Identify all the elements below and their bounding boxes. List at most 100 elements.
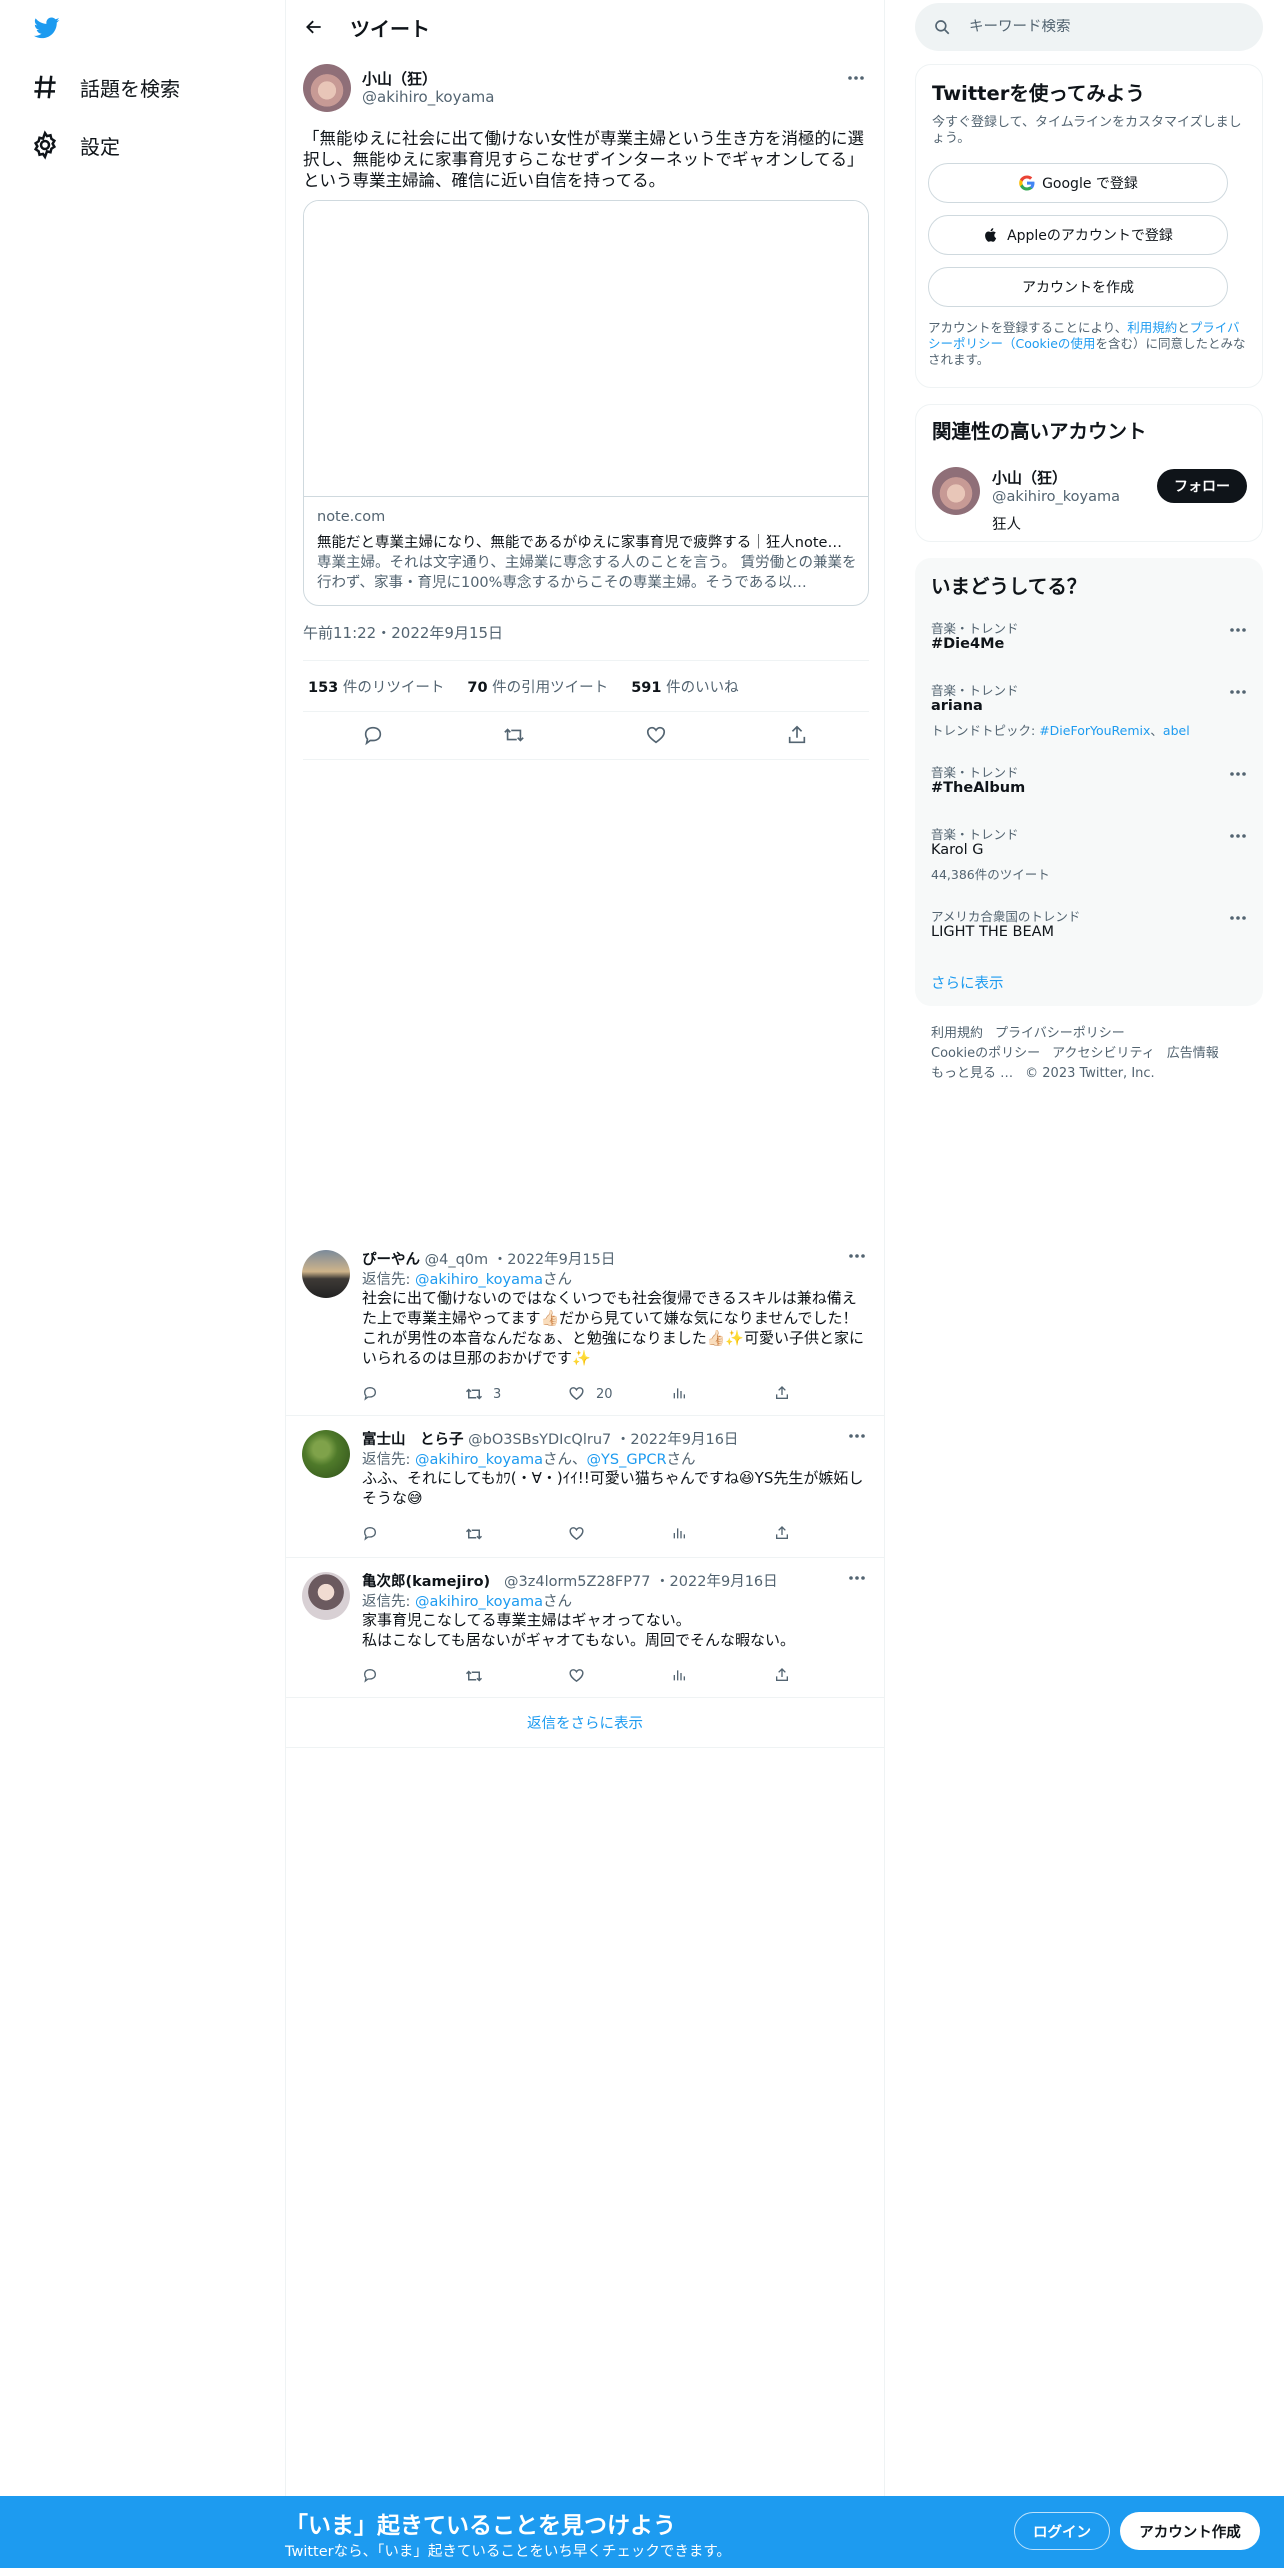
quotes-stat[interactable]: 70 件の引用ツイート — [467, 676, 608, 697]
reply-more-button[interactable] — [844, 1568, 870, 1588]
reply-like-button[interactable] — [568, 1525, 671, 1543]
trend-more-button[interactable] — [1225, 764, 1251, 784]
reply-date[interactable]: ・2022年9月15日 — [493, 1252, 616, 1268]
show-more-replies-button[interactable]: 返信をさらに表示 — [286, 1698, 884, 1748]
reply-like-button[interactable] — [568, 1667, 671, 1685]
retweets-stat[interactable]: 153 件のリツイート — [308, 676, 444, 697]
hashtag-icon — [30, 72, 60, 102]
reply-item[interactable]: 亀次郎(kamejiro) @3z4lorm5Z28FP77 ・2022年9月1… — [286, 1560, 884, 1698]
share-icon[interactable] — [786, 724, 810, 748]
reply-name[interactable]: 亀次郎(kamejiro) — [362, 1574, 490, 1590]
reply-name[interactable]: 富士山 とら子 — [362, 1432, 464, 1448]
google-signup-button[interactable]: Google で登録 — [928, 163, 1228, 203]
bottom-bar-title: 「いま」起きていることを見つけよう — [285, 2513, 676, 2539]
replying-to-link[interactable]: @akihiro_koyama — [415, 1594, 543, 1610]
reply-handle[interactable]: @3z4lorm5Z28FP77 — [504, 1574, 650, 1590]
trend-item[interactable]: 音楽・トレンド #Die4Me — [915, 618, 1263, 668]
trend-more-button[interactable] — [1225, 908, 1251, 928]
reply-actions — [362, 1664, 802, 1688]
footer-link[interactable]: 広告情報 — [1167, 1046, 1219, 1061]
trend-topic-link[interactable]: #DieForYouRemix — [1039, 723, 1150, 738]
reply-icon — [362, 1385, 380, 1403]
reply-date[interactable]: ・2022年9月16日 — [655, 1574, 778, 1590]
nav-settings[interactable]: 設定 — [30, 120, 120, 170]
author-name[interactable]: 小山（狂） — [362, 68, 437, 89]
reply-views-button[interactable] — [671, 1385, 774, 1403]
reply-retweet-button[interactable]: 3 — [465, 1385, 568, 1403]
retweet-icon[interactable] — [503, 724, 527, 748]
footer-link[interactable]: アクセシビリティ — [1052, 1046, 1155, 1061]
trend-item[interactable]: 音楽・トレンド #TheAlbum — [915, 762, 1263, 812]
terms-link[interactable]: 利用規約 — [1127, 320, 1177, 335]
relevant-accounts-box: 関連性の高いアカウント 小山（狂） @akihiro_koyama 狂人 フォロ… — [915, 404, 1263, 542]
reply-avatar[interactable] — [302, 1250, 350, 1298]
reply-share-button[interactable] — [774, 1525, 802, 1543]
reply-avatar[interactable] — [302, 1430, 350, 1478]
reply-comment-button[interactable] — [362, 1525, 465, 1543]
recommended-avatar[interactable] — [932, 467, 980, 515]
reply-like-button[interactable]: 20 — [568, 1385, 671, 1403]
trends-show-more-link[interactable]: さらに表示 — [931, 972, 1004, 993]
replying-to-link[interactable]: @akihiro_koyama — [415, 1272, 543, 1288]
signup-subtitle: 今すぐ登録して、タイムラインをカスタマイズしましょう。 — [932, 115, 1242, 146]
footer-link[interactable]: Cookieのポリシー — [931, 1046, 1040, 1061]
recommended-name[interactable]: 小山（狂） — [992, 467, 1067, 488]
trend-topic-link[interactable]: abel — [1163, 723, 1190, 738]
more-dots-icon — [1229, 915, 1247, 921]
reply-views-button[interactable] — [671, 1525, 774, 1543]
more-dots-icon — [1229, 627, 1247, 633]
apple-signup-button[interactable]: Appleのアカウントで登録 — [928, 215, 1228, 255]
link-card-title: 無能だと専業主婦になり、無能であるがゆえに家事育児で疲弊する｜狂人note… — [317, 535, 842, 551]
reply-avatar[interactable] — [302, 1572, 350, 1620]
reply-header: 亀次郎(kamejiro) @3z4lorm5Z28FP77 ・2022年9月1… — [362, 1570, 778, 1591]
trend-more-button[interactable] — [1225, 620, 1251, 640]
tweet-timestamp[interactable]: 午前11:22・2022年9月15日 — [303, 622, 503, 643]
signup-button[interactable]: アカウント作成 — [1120, 2512, 1260, 2550]
trend-more-button[interactable] — [1225, 682, 1251, 702]
create-account-button[interactable]: アカウントを作成 — [928, 267, 1228, 307]
follow-button[interactable]: フォロー — [1157, 469, 1247, 503]
share-icon — [774, 1525, 792, 1543]
reply-more-button[interactable] — [844, 1246, 870, 1266]
recommended-handle[interactable]: @akihiro_koyama — [992, 489, 1120, 505]
reply-retweet-button[interactable] — [465, 1667, 568, 1685]
login-button[interactable]: ログイン — [1014, 2512, 1110, 2550]
tweet-more-button[interactable] — [843, 68, 869, 88]
likes-count: 591 — [631, 679, 662, 696]
replying-separator: さん、 — [543, 1452, 587, 1468]
search-input[interactable] — [969, 19, 1229, 35]
retweets-count: 153 — [308, 679, 339, 696]
reply-icon[interactable] — [362, 724, 386, 748]
reply-more-button[interactable] — [844, 1426, 870, 1446]
replying-to-link[interactable]: @akihiro_koyama — [415, 1452, 543, 1468]
link-card[interactable]: note.com 無能だと専業主婦になり、無能であるがゆえに家事育児で疲弊する｜… — [303, 200, 869, 606]
footer-link[interactable]: プライバシーポリシー — [995, 1026, 1125, 1041]
reply-comment-button[interactable] — [362, 1667, 465, 1685]
footer-link[interactable]: 利用規約 — [931, 1026, 983, 1041]
trend-more-button[interactable] — [1225, 826, 1251, 846]
replying-to-link[interactable]: @YS_GPCR — [587, 1452, 667, 1468]
reply-share-button[interactable] — [774, 1667, 802, 1685]
reply-name[interactable]: ぴーやん — [362, 1252, 420, 1268]
reply-handle[interactable]: @4_q0m — [425, 1252, 489, 1268]
reply-retweet-button[interactable] — [465, 1525, 568, 1543]
likes-stat[interactable]: 591 件のいいね — [631, 676, 738, 697]
trend-item[interactable]: 音楽・トレンド ariana トレンドトピック: #DieForYouRemix… — [915, 680, 1263, 752]
search-bar[interactable] — [915, 3, 1263, 51]
back-button[interactable] — [296, 9, 332, 45]
reply-handle[interactable]: @bO3SBsYDIcQlru7 — [468, 1432, 611, 1448]
reply-date[interactable]: ・2022年9月16日 — [616, 1432, 739, 1448]
author-avatar[interactable] — [303, 64, 351, 112]
twitter-bird-icon[interactable] — [32, 15, 62, 41]
trend-item[interactable]: 音楽・トレンド Karol G 44,386件のツイート — [915, 824, 1263, 894]
footer-link[interactable]: もっと見る … — [931, 1066, 1013, 1081]
heart-icon[interactable] — [645, 724, 669, 748]
author-handle[interactable]: @akihiro_koyama — [362, 88, 494, 106]
reply-share-button[interactable] — [774, 1385, 802, 1403]
reply-item[interactable]: ぴーやん @4_q0m ・2022年9月15日 返信先: @akihiro_ko… — [286, 1238, 884, 1416]
reply-views-button[interactable] — [671, 1667, 774, 1685]
nav-explore[interactable]: 話題を検索 — [30, 62, 180, 112]
reply-item[interactable]: 富士山 とら子 @bO3SBsYDIcQlru7 ・2022年9月16日 返信先… — [286, 1418, 884, 1558]
reply-comment-button[interactable] — [362, 1385, 465, 1403]
trend-item[interactable]: アメリカ合衆国のトレンド LIGHT THE BEAM — [915, 906, 1263, 956]
